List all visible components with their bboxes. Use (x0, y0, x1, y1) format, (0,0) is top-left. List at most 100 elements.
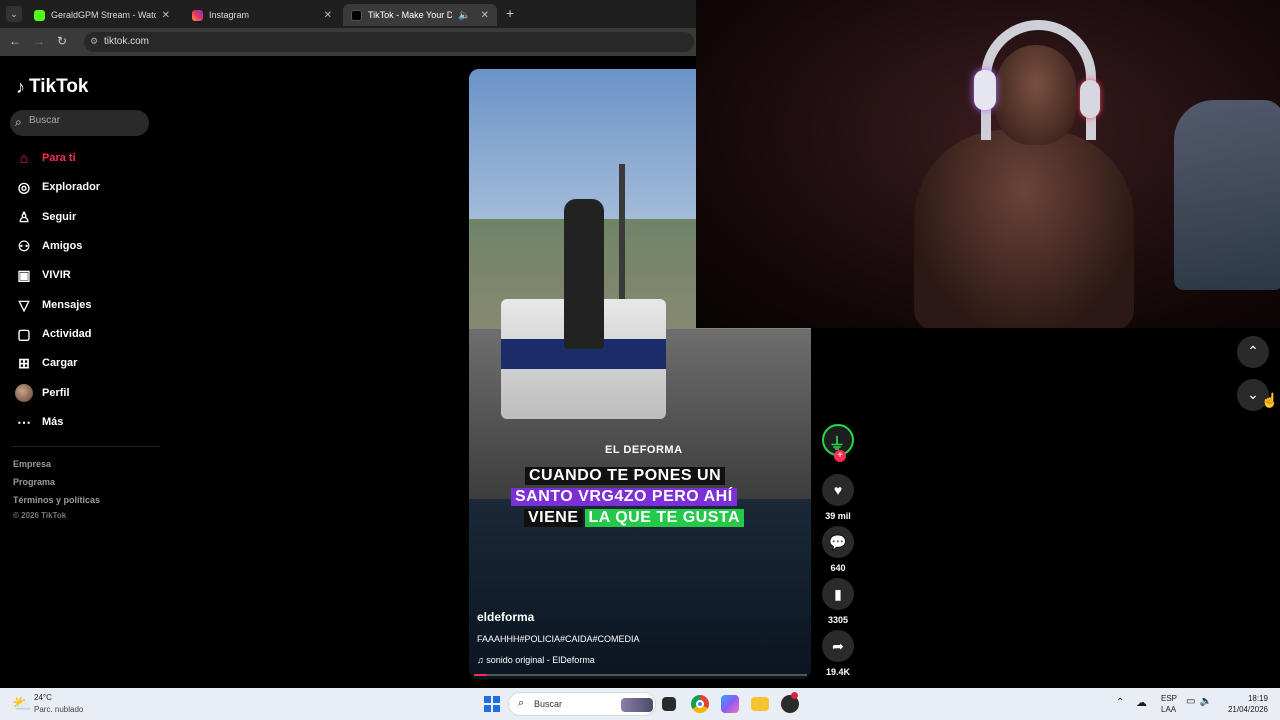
copilot-icon[interactable] (721, 695, 739, 713)
clock-time[interactable]: 18:19 (1236, 694, 1268, 703)
like-button[interactable]: ♥ (822, 474, 854, 506)
video-progress-bar[interactable] (474, 674, 807, 676)
nav-item-mensajes[interactable]: ▽ Mensajes (15, 294, 92, 316)
search-bar[interactable]: ⌕ (10, 110, 149, 136)
search-input[interactable] (29, 115, 139, 126)
headphones-icon (981, 20, 1096, 140)
send-icon: ▽ (18, 296, 30, 313)
sound-label: sonido original - ElDeforma (486, 655, 595, 665)
nav-label: Cargar (42, 357, 78, 369)
nav-item-seguir[interactable]: ♙ Seguir (15, 206, 77, 228)
nav-item-vivir[interactable]: ▣ VIVIR (15, 264, 71, 286)
compass-icon: ◎ (17, 178, 31, 195)
tab-geraldgpm[interactable]: GeraldGPM Stream - Watch Live ✕ (26, 4, 178, 26)
close-tab-icon[interactable]: ✕ (324, 10, 332, 21)
new-tab-icon[interactable]: + (506, 5, 514, 21)
video-author[interactable]: eldeforma (477, 610, 534, 624)
taskbar-search[interactable]: ⌕ Buscar (508, 692, 656, 716)
more-icon: ⋯ (17, 413, 31, 430)
sidebar-divider (12, 446, 160, 447)
nav-item-cargar[interactable]: ⊞ Cargar (15, 352, 77, 374)
share-count: 19.4K (825, 667, 851, 677)
tab-title: TikTok - Make Your Day (368, 10, 453, 20)
logo-text: TikTok (29, 76, 89, 97)
footer-link-terminos[interactable]: Términos y políticas (13, 495, 100, 505)
nav-label: Actividad (42, 328, 92, 340)
url-text: tiktok.com (104, 36, 150, 47)
close-tab-icon[interactable]: ✕ (481, 10, 489, 21)
bookmark-icon: ▮ (834, 586, 842, 602)
weather-partly-cloudy-icon[interactable]: ⛅ (12, 694, 32, 714)
video-sound[interactable]: ♫ sonido original - ElDeforma (477, 655, 595, 665)
url-field[interactable]: ⚙ tiktok.com (84, 32, 694, 52)
back-icon[interactable]: ← (9, 34, 21, 48)
reload-icon[interactable]: ↻ (57, 34, 67, 48)
caption-line-3b: LA QUE TE GUSTA (584, 509, 745, 527)
follow-plus-icon[interactable]: + (834, 450, 846, 462)
site-info-icon[interactable]: ⚙ (90, 36, 98, 47)
nav-item-amigos[interactable]: ⚇ Amigos (15, 235, 83, 257)
file-explorer-icon[interactable] (751, 697, 769, 711)
share-button[interactable]: ➦ (822, 630, 854, 662)
obs-icon[interactable] (781, 692, 799, 713)
live-icon: ▣ (17, 266, 31, 283)
caption-line-2: SANTO VRG4ZO PERO AHÍ (511, 488, 737, 506)
network-volume-icon[interactable]: ▭🔈 (1186, 696, 1216, 707)
weather-temperature[interactable]: 24°C (34, 693, 52, 702)
caption-line-3a: VIENE (524, 509, 583, 527)
nav-label: Seguir (42, 211, 77, 223)
save-count: 3305 (827, 615, 849, 625)
upload-icon: ⊞ (18, 354, 30, 371)
taskbar-search-label: Buscar (534, 699, 563, 709)
forward-icon[interactable]: → (33, 34, 45, 48)
follow-icon: ♙ (17, 208, 31, 225)
caption-line-1: CUANDO TE PONES UN (525, 467, 726, 485)
nav-label: Para ti (42, 152, 76, 164)
close-tab-icon[interactable]: ✕ (162, 10, 170, 21)
like-count: 39 mil (825, 511, 851, 521)
taskbar: ⛅ 24°C Parc. nublado ⌕ Buscar ⌃ ☁ ESP LA… (0, 688, 1280, 720)
footer-link-empresa[interactable]: Empresa (13, 459, 51, 469)
footer-link-programa[interactable]: Programa (13, 477, 55, 487)
nav-item-mas[interactable]: ⋯ Más (15, 411, 63, 433)
chevron-down-icon: ⌄ (1247, 386, 1259, 402)
comment-button[interactable]: 💬 (822, 526, 854, 558)
tab-tiktok[interactable]: TikTok - Make Your Day 🔈 ✕ (343, 4, 497, 26)
nav-item-perfil[interactable]: Perfil (15, 382, 70, 404)
nav-item-para-ti[interactable]: ⌂ Para ti (15, 147, 76, 169)
chevron-up-icon: ⌃ (1247, 343, 1259, 359)
comment-icon: 💬 (829, 534, 847, 550)
nav-label: Amigos (42, 240, 83, 252)
kick-favicon-icon (34, 9, 45, 21)
nav-item-actividad[interactable]: ▢ Actividad (15, 323, 92, 345)
nav-label: Más (42, 416, 64, 428)
save-button[interactable]: ▮ (822, 578, 854, 610)
search-highlight-image (621, 698, 653, 712)
creator-avatar[interactable]: ⏚ + (822, 424, 854, 462)
headphone-left-cup (974, 70, 996, 110)
nav-label: Explorador (42, 181, 101, 193)
tab-list-chevron-icon[interactable]: ⌄ (6, 6, 22, 22)
share-icon: ➦ (832, 638, 844, 654)
task-view-icon[interactable] (662, 697, 676, 711)
nav-label: VIVIR (42, 269, 71, 281)
language-indicator[interactable]: ESP (1161, 694, 1177, 703)
tray-expand-chevron-icon[interactable]: ⌃ (1116, 697, 1124, 708)
onedrive-cloud-icon[interactable]: ☁ (1136, 696, 1147, 709)
friends-icon: ⚇ (17, 237, 31, 254)
copyright: © 2026 TikTok (13, 511, 67, 520)
previous-video-button[interactable]: ⌃ (1237, 336, 1269, 368)
tab-instagram[interactable]: Instagram ✕ (184, 4, 340, 26)
video-progress-fill (474, 674, 488, 676)
clock-date[interactable]: 21/04/2026 (1220, 705, 1268, 714)
video-description[interactable]: FAAAHHH#POLICIA#CAIDA#COMEDIA (477, 634, 640, 644)
avatar (15, 384, 33, 402)
weather-condition[interactable]: Parc. nublado (34, 705, 83, 714)
speaker-icon[interactable]: 🔈 (458, 10, 470, 21)
nav-item-explorador[interactable]: ◎ Explorador (15, 176, 100, 198)
keyboard-layout-indicator[interactable]: LAA (1161, 705, 1176, 714)
tiktok-logo[interactable]: ♪ TikTok (16, 76, 88, 98)
chrome-icon[interactable] (691, 695, 709, 713)
windows-start-icon[interactable] (484, 696, 500, 712)
headphone-right-cup (1080, 80, 1100, 118)
